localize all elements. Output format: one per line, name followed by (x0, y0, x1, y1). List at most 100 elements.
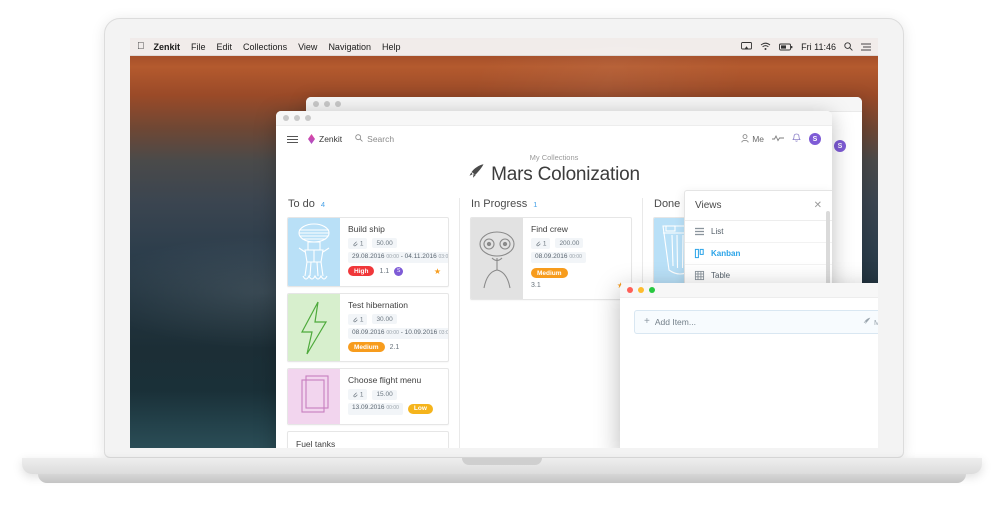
laptop-screen:  Zenkit File Edit Collections View Navi… (130, 38, 878, 448)
zenkit-brand[interactable]: Zenkit (308, 134, 342, 144)
date-start: 08.09.2016 (535, 253, 568, 260)
avatar[interactable]: S (834, 140, 846, 152)
kanban-card[interactable]: Fuel tanks 14.09.2016 00:00 Medium (287, 430, 449, 448)
date-end: - 04.11.2016 (400, 253, 437, 260)
card-body: Find crew 1 200.00 08.09.2016 00:00 Medi… (523, 218, 631, 299)
me-button[interactable]: Me (741, 133, 764, 145)
assignee-avatar[interactable]: S (394, 266, 404, 276)
card-title: Fuel tanks (296, 438, 336, 448)
apple-icon[interactable]:  (137, 41, 145, 52)
minimize-button-inactive[interactable] (324, 101, 330, 107)
kanban-card[interactable]: Choose flight menu 1 15.00 13.09.2016 00… (287, 368, 449, 425)
column-title: Done (654, 198, 681, 210)
zoom-button-inactive[interactable] (335, 101, 341, 107)
battery-icon[interactable] (779, 43, 793, 51)
priority-badge: Medium (531, 268, 568, 279)
card-title: Build ship (348, 224, 385, 234)
menu-item-zenkit[interactable]: Zenkit (154, 42, 181, 52)
list-icon (695, 227, 704, 236)
views-panel-title: Views (695, 200, 722, 211)
attachment-chip: 1 (348, 389, 368, 400)
date-chip: 13.09.2016 00:00 (348, 402, 403, 415)
close-button[interactable] (627, 287, 633, 293)
menu-bar-clock: Fri 11:46 (801, 41, 836, 52)
laptop-notch (462, 458, 542, 465)
laptop-base-edge (38, 474, 966, 483)
column-title: In Progress (471, 198, 528, 210)
close-icon[interactable]: ✕ (814, 200, 822, 211)
column-count: 4 (320, 199, 326, 209)
menu-item-view[interactable]: View (298, 42, 317, 52)
menu-item-navigation[interactable]: Navigation (328, 42, 371, 52)
menu-item-help[interactable]: Help (382, 42, 401, 52)
hamburger-icon[interactable] (287, 135, 298, 143)
column-count: 1 (533, 199, 538, 209)
menu-bar-status-area: Fri 11:46 (741, 42, 871, 52)
menu-item-collections[interactable]: Collections (243, 42, 287, 52)
close-button-inactive[interactable] (313, 101, 319, 107)
attachment-count: 1 (542, 240, 547, 247)
card-date-row: 08.09.2016 00:00 Medium (531, 251, 624, 279)
amount-chip: 30.00 (372, 314, 397, 325)
card-number: 3.1 (531, 282, 541, 290)
collection-label: Mars Colonization (873, 317, 878, 327)
card-title: Find crew (531, 224, 568, 234)
menu-item-file[interactable]: File (191, 42, 206, 52)
amount-chip: 15.00 (372, 389, 397, 400)
amount-chip: 200.00 (555, 238, 584, 249)
favorite-star-icon[interactable]: ★ (434, 267, 441, 276)
date-chip: 08.09.2016 00:00 (531, 251, 586, 264)
add-item-window-body: + Add Item... Mars Colonization (620, 298, 878, 346)
date-end: - 10.09.2016 (400, 329, 438, 336)
priority-badge: Medium (348, 342, 385, 353)
collection-selector[interactable]: Mars Colonization (863, 317, 878, 327)
zoom-button[interactable] (305, 115, 311, 121)
activity-pulse-icon[interactable] (772, 134, 784, 144)
amount-chip: 50.00 (372, 238, 397, 249)
minimize-button[interactable] (294, 115, 300, 121)
collection-name: Mars Colonization (491, 163, 640, 185)
card-number: 2.1 (389, 343, 400, 351)
kanban-card[interactable]: Find crew 1 200.00 08.09.2016 00:00 Medi… (470, 217, 632, 301)
kanban-card[interactable]: Build ship 1 50.00 29.08.2016 00:00 - 04… (287, 217, 449, 287)
background-window-titlebar (306, 97, 862, 112)
bell-icon[interactable] (792, 133, 801, 145)
app-header: Zenkit Search Me S (276, 126, 832, 152)
close-button[interactable] (283, 115, 289, 121)
kanban-card[interactable]: Test hibernation 1 30.00 08.09.2016 00:0… (287, 293, 449, 363)
control-center-icon[interactable] (861, 43, 871, 51)
add-item-input[interactable]: + Add Item... Mars Colonization (634, 310, 878, 334)
minimize-button[interactable] (638, 287, 644, 293)
me-label: Me (752, 134, 764, 144)
add-item-window[interactable]: + Add Item... Mars Colonization (620, 283, 878, 448)
search-input[interactable]: Search (355, 134, 394, 144)
table-icon (694, 270, 705, 281)
search-icon (355, 134, 363, 144)
attachment-chip: 1 (348, 314, 368, 325)
avatar[interactable]: S (809, 133, 821, 145)
airplay-icon[interactable] (741, 42, 753, 51)
view-item-list[interactable]: List (685, 221, 832, 243)
date-start: 29.08.2016 (352, 253, 385, 260)
attachment-count: 1 (359, 240, 364, 247)
column-header: In Progress 1 (470, 198, 632, 210)
menu-item-edit[interactable]: Edit (217, 42, 233, 52)
attachment-count: 1 (359, 316, 364, 323)
app-header-actions: Me S (741, 133, 821, 145)
card-date-row: 29.08.2016 00:00 - 04.11.2016 03:00 (348, 251, 448, 264)
mac-menu-bar:  Zenkit File Edit Collections View Navi… (130, 38, 878, 56)
attachment-count: 1 (359, 391, 364, 399)
person-icon (741, 133, 749, 145)
attachment-chip: 1 (531, 238, 551, 249)
date-start-time: 00:00 (386, 405, 399, 412)
zoom-button[interactable] (649, 287, 655, 293)
card-number: 1.1 (379, 267, 390, 275)
view-item-label: List (711, 227, 724, 236)
menu-card-drawing-icon (288, 369, 340, 424)
screenshot-root:  Zenkit File Edit Collections View Navi… (0, 0, 1000, 525)
kanban-column-in-progress: In Progress 1 Find crew 1 200.00 08.09.2… (470, 198, 642, 448)
view-item-kanban[interactable]: Kanban (685, 243, 832, 265)
column-divider (459, 198, 460, 448)
wifi-icon[interactable] (760, 42, 771, 51)
search-icon[interactable] (844, 42, 853, 51)
